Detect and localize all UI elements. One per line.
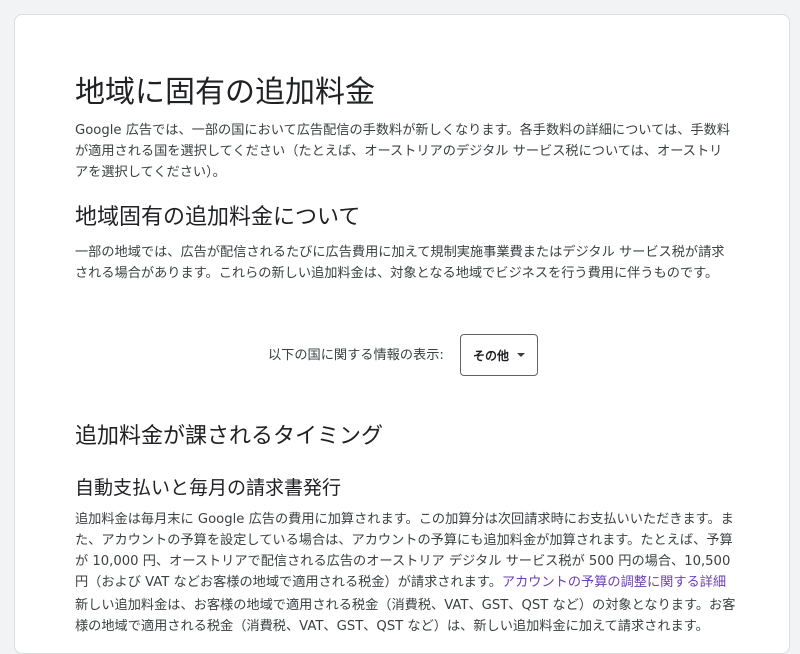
billing-line: 追加料金は毎月末に Google 広告の費用に加算されます。この加算分は次回請求… xyxy=(75,512,734,527)
country-dropdown-value: その他 xyxy=(472,348,509,363)
billing-paragraph: 追加料金は毎月末に Google 広告の費用に加算されます。この加算分は次回請求… xyxy=(75,509,735,593)
timing-subheading: 自動支払いと毎月の請求書発行 xyxy=(75,477,342,499)
content-card: 地域に固有の追加料金 Google 広告では、一部の国において広告配信の手数料が… xyxy=(14,14,790,654)
country-selector-label: 以下の国に関する情報の表示: xyxy=(268,348,444,363)
billing-line: が 10,000 円、オーストリアで配信される広告のオーストリア デジタル サー… xyxy=(75,554,731,569)
about-line: 一部の地域では、広告が配信されるたびに広告費用に加えて規制実施事業費またはデジタ… xyxy=(75,245,725,260)
intro-line: アを選択してください）。 xyxy=(75,165,226,180)
billing-line: た、アカウントの予算を設定している場合は、アカウントの予算にも追加料金が加算され… xyxy=(75,533,733,548)
country-dropdown[interactable]: その他 xyxy=(460,334,538,376)
billing-line: 円（および VAT などお客様の地域で適用される税金）が請求されます。アカウント… xyxy=(75,572,735,593)
tax-line: 新しい追加料金は、お客様の地域で適用される税金（消費税、VAT、GST、QST … xyxy=(75,598,736,613)
billing-line-text: 円（および VAT などお客様の地域で適用される税金）が請求されます。 xyxy=(75,575,502,590)
about-paragraph: 一部の地域では、広告が配信されるたびに広告費用に加えて規制実施事業費またはデジタ… xyxy=(75,242,735,284)
intro-line: Google 広告では、一部の国において広告配信の手数料が新しくなります。各手数… xyxy=(75,123,730,138)
intro-line: が適用される国を選択してください（たとえば、オーストリアのデジタル サービス税に… xyxy=(75,144,723,159)
page-title: 地域に固有の追加料金 xyxy=(75,75,375,110)
intro-paragraph: Google 広告では、一部の国において広告配信の手数料が新しくなります。各手数… xyxy=(75,120,735,183)
about-line: される場合があります。これらの新しい追加料金は、対象となる地域でビジネスを行う費… xyxy=(75,266,719,281)
timing-heading: 追加料金が課されるタイミング xyxy=(75,424,384,449)
about-heading: 地域固有の追加料金について xyxy=(75,205,361,230)
tax-line: 様の地域で適用される税金（消費税、VAT、GST、QST など）は、新しい追加料… xyxy=(75,619,709,634)
chevron-down-icon xyxy=(517,353,525,357)
budget-adjust-link[interactable]: アカウントの予算の調整に関する詳細 xyxy=(502,575,726,590)
